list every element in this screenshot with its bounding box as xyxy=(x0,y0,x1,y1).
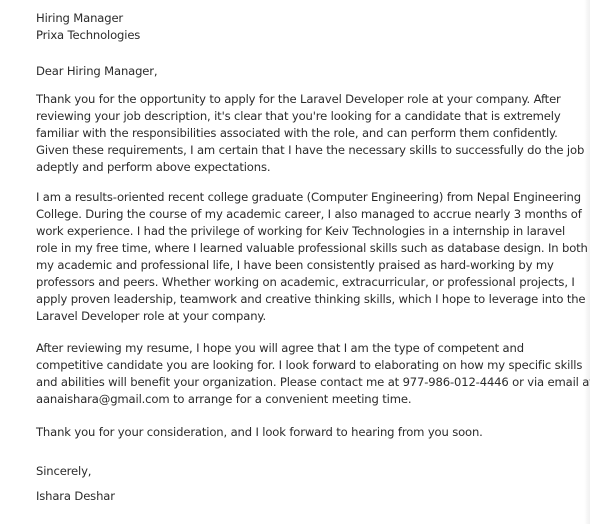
paragraph-2-line: role in my free time, where I learned va… xyxy=(36,241,588,255)
paragraph-2-line: Laravel Developer role at your company. xyxy=(36,309,266,323)
paragraph-1-line: Thank you for the opportunity to apply f… xyxy=(36,92,561,106)
paragraph-1-line: reviewing your job description, it's cle… xyxy=(36,109,561,123)
paragraph-1-line: adeptly and perform above expectations. xyxy=(36,160,271,174)
paragraph-2-line: work experience. I had the privilege of … xyxy=(36,224,566,238)
paragraph-1-line: familiar with the responsibilities assoc… xyxy=(36,126,558,140)
recipient-company: Prixa Technologies xyxy=(36,28,141,42)
page-edge-shadow xyxy=(584,0,590,524)
paragraph-3-line: competitive candidate you are looking fo… xyxy=(36,358,583,372)
letter-page: Hiring Manager Prixa Technologies Dear H… xyxy=(0,0,590,524)
salutation: Dear Hiring Manager, xyxy=(36,64,158,78)
paragraph-3-line: aanaishara@gmail.com to arrange for a co… xyxy=(36,392,412,406)
paragraph-2-line: College. During the course of my academi… xyxy=(36,207,582,221)
paragraph-2-line: I am a results-oriented recent college g… xyxy=(36,190,581,204)
paragraph-1-line: Given these requirements, I am certain t… xyxy=(36,143,585,157)
paragraph-3-line: After reviewing my resume, I hope you wi… xyxy=(36,341,524,355)
paragraph-2-line: apply proven leadership, teamwork and cr… xyxy=(36,292,586,306)
signature-name: Ishara Deshar xyxy=(36,489,115,503)
paragraph-2-line: professors and peers. Whether working on… xyxy=(36,275,575,289)
signoff: Sincerely, xyxy=(36,464,92,478)
paragraph-2-line: my academic and professional life, I hav… xyxy=(36,258,554,272)
closing-line: Thank you for your consideration, and I … xyxy=(36,425,483,439)
recipient-name: Hiring Manager xyxy=(36,11,124,25)
paragraph-3-line: and abilities will benefit your organiza… xyxy=(36,375,590,389)
